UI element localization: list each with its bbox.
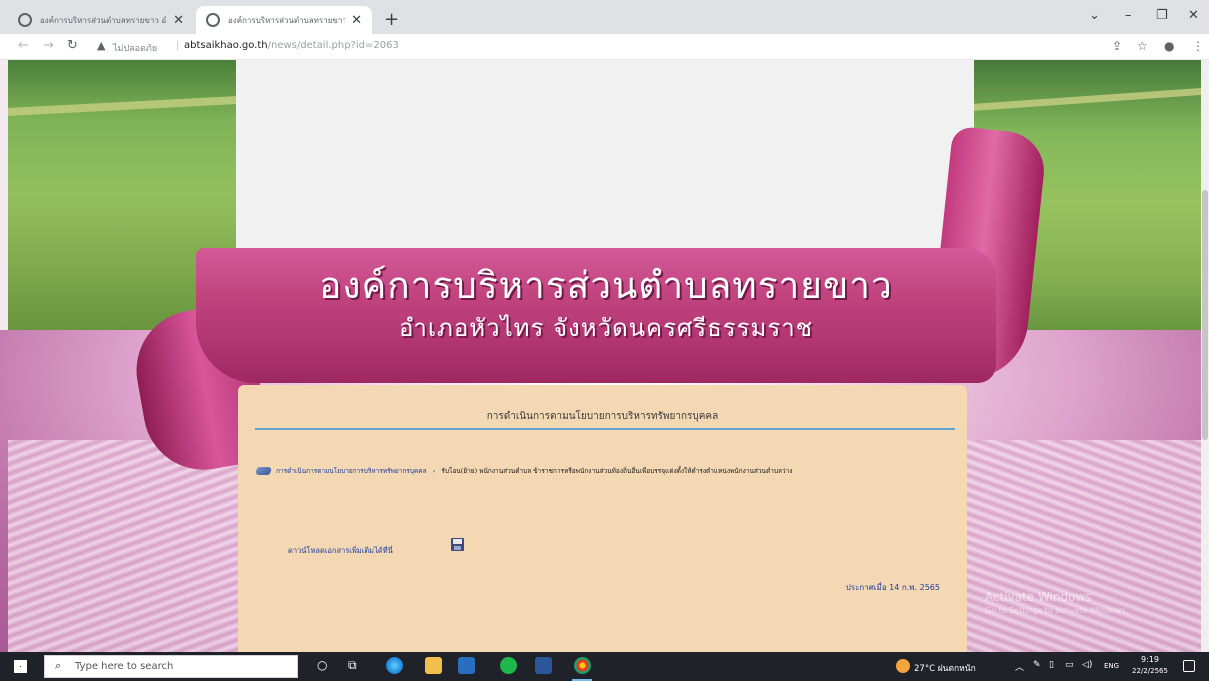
site-subtitle: อำเภอหัวไทร จังหวัดนครศรีธรรมราช (398, 314, 814, 342)
file-explorer-icon[interactable] (425, 657, 442, 674)
url-path: /news/detail.php?id=2063 (267, 40, 399, 51)
book-pages-right (965, 440, 1201, 652)
close-window-button[interactable]: ✕ (1188, 8, 1199, 23)
minimize-button[interactable]: – (1125, 8, 1132, 23)
tab-title: องค์การบริหารส่วนตำบลทรายขาว อำเ (40, 15, 168, 25)
breadcrumb-separator: › (432, 467, 436, 475)
warning-icon[interactable]: ▲ (97, 39, 105, 52)
activate-windows-title: Activate Windows (985, 590, 1092, 604)
reload-icon[interactable]: ↻ (67, 38, 78, 53)
site-title: องค์การบริหารส่วนตำบลทรายขาว (319, 264, 893, 307)
activate-windows-hint: Go to Settings to activate Windows. (985, 606, 1129, 615)
tab-search-button[interactable]: ⌄ (1089, 8, 1100, 23)
tab-title: องค์การบริหารส่วนตำบลทรายขาว อำเ (228, 15, 346, 25)
notification-icon[interactable] (1183, 660, 1195, 672)
menu-icon[interactable]: ⋮ (1192, 39, 1204, 53)
task-view-icon[interactable]: ⧉ (348, 658, 357, 673)
volume-icon[interactable]: ◁) (1082, 660, 1092, 670)
article-heading: การดำเนินการตามนโยบายการบริหารทรัพยากรบุ… (486, 411, 719, 422)
chrome-icon[interactable] (574, 657, 591, 674)
back-arrow-icon[interactable]: ← (18, 38, 29, 53)
word-icon[interactable] (535, 657, 552, 674)
profile-icon[interactable]: ● (1164, 39, 1174, 53)
url-host: abtsaikhao.go.th (184, 40, 268, 51)
browser-toolbar: ← → ↻ ▲ ไม่ปลอดภัย | abtsaikhao.go.th/ne… (0, 34, 1209, 60)
book-icon (256, 467, 273, 475)
announce-date: ประกาศเมื่อ 14 ก.พ. 2565 (845, 583, 940, 592)
search-placeholder: Type here to search (75, 661, 174, 672)
web-page: องค์การบริหารส่วนตำบลทรายขาว อำเภอหัวไทร… (0, 60, 1209, 652)
scroll-thumb[interactable] (1202, 190, 1208, 440)
search-icon: ⌕ (55, 659, 62, 672)
globe-icon (206, 13, 220, 27)
heading-divider (255, 428, 955, 430)
battery-icon[interactable]: ▯ (1049, 660, 1054, 670)
network-icon[interactable]: ▭ (1065, 660, 1074, 670)
breadcrumb-current: รับโอน(ย้าย) พนักงานส่วนตำบล ข้าราชการหร… (441, 467, 793, 475)
browser-tab-strip: องค์การบริหารส่วนตำบลทรายขาว อำเ ✕ องค์ก… (0, 0, 1209, 34)
browser-tab-2[interactable]: องค์การบริหารส่วนตำบลทรายขาว อำเ ✕ (196, 6, 372, 34)
maximize-button[interactable]: ❐ (1156, 8, 1168, 23)
page-scrollbar[interactable] (1201, 60, 1209, 652)
close-icon[interactable]: ✕ (173, 13, 184, 28)
weather-text[interactable]: 27°C ฝนตกหนัก (914, 661, 976, 675)
line-app-icon[interactable] (500, 657, 517, 674)
article-panel: การดำเนินการตามนโยบายการบริหารทรัพยากรบุ… (238, 385, 967, 652)
clock-date[interactable]: 22/2/2565 (1128, 667, 1172, 675)
share-icon[interactable]: ⇪ (1112, 39, 1122, 53)
new-tab-button[interactable]: + (384, 9, 399, 30)
book-pages-left (8, 440, 243, 652)
globe-icon (18, 13, 32, 27)
cortana-icon[interactable]: ○ (317, 658, 327, 672)
windows-taskbar: ⌕ Type here to search ○ ⧉ 27°C ฝนตกหนัก … (0, 652, 1209, 681)
clock-time[interactable]: 9:19 (1130, 655, 1170, 664)
tray-overflow-icon[interactable]: ︿ (1015, 660, 1024, 673)
pen-icon[interactable]: ✎ (1033, 660, 1041, 670)
close-icon[interactable]: ✕ (351, 13, 362, 28)
address-separator: | (176, 41, 180, 51)
input-language[interactable]: ENG (1104, 662, 1119, 670)
address-bar[interactable]: abtsaikhao.go.th/news/detail.php?id=2063 (184, 40, 399, 51)
taskbar-search-box[interactable]: ⌕ Type here to search (44, 655, 298, 678)
store-icon[interactable] (458, 657, 475, 674)
breadcrumb-parent-link[interactable]: การดำเนินการตามนโยบายการบริหารทรัพยากรบุ… (276, 467, 427, 475)
edge-browser-icon[interactable] (386, 657, 403, 674)
bookmark-star-icon[interactable]: ☆ (1137, 39, 1148, 53)
weather-icon[interactable] (896, 659, 910, 673)
download-documents-link[interactable]: ดาวน์โหลดเอกสารเพิ่มเติมได้ที่นี่ (288, 545, 393, 557)
browser-tab-1[interactable]: องค์การบริหารส่วนตำบลทรายขาว อำเ ✕ (8, 6, 194, 34)
floppy-disk-icon[interactable] (451, 538, 464, 551)
breadcrumb: การดำเนินการตามนโยบายการบริหารทรัพยากรบุ… (256, 466, 956, 480)
header-banner-panel (236, 60, 974, 248)
forward-arrow-icon[interactable]: → (43, 38, 54, 53)
not-secure-label[interactable]: ไม่ปลอดภัย (113, 41, 157, 55)
windows-start-icon[interactable] (14, 660, 27, 673)
